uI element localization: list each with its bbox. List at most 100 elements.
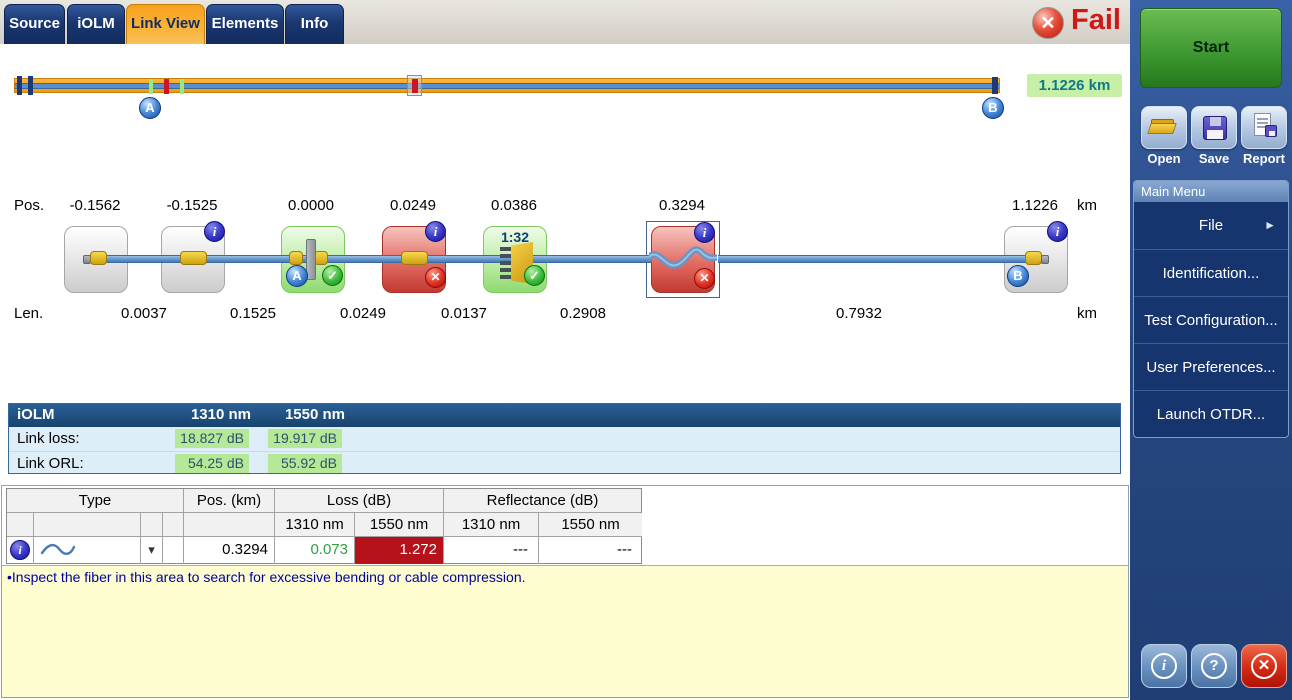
len-value: 0.2908 bbox=[538, 305, 628, 322]
pos-value: -0.1525 bbox=[147, 197, 237, 214]
len-value: 0.0137 bbox=[419, 305, 509, 322]
tab-bar: Source iOLM Link View Elements Info ✕ Fa… bbox=[0, 0, 1130, 44]
splice-icon bbox=[401, 251, 428, 265]
link-orl-label: Link ORL: bbox=[17, 455, 84, 472]
fiber-line bbox=[718, 255, 1036, 263]
marker-a-balloon: A bbox=[139, 97, 161, 119]
refl-1550-value: --- bbox=[539, 537, 642, 564]
link-loss-row: Link loss: 18.827 dB 19.917 dB bbox=[9, 427, 1120, 451]
info-badge-icon: i bbox=[10, 540, 30, 560]
connector-icon bbox=[90, 251, 107, 265]
save-icon bbox=[1203, 116, 1227, 140]
info-badge-icon: i bbox=[204, 221, 225, 242]
splice-icon bbox=[180, 251, 207, 265]
type-dropdown-button[interactable]: ▾ bbox=[141, 537, 163, 564]
overview-connector-mark bbox=[17, 76, 22, 95]
reflectance-column-header: Reflectance (dB) bbox=[444, 489, 641, 513]
refl-1310-subheader: 1310 nm bbox=[444, 513, 539, 537]
open-button[interactable] bbox=[1141, 106, 1187, 149]
tab-info[interactable]: Info bbox=[285, 4, 344, 44]
refl-1550-subheader: 1550 nm bbox=[539, 513, 642, 537]
len-value: 0.0249 bbox=[318, 305, 408, 322]
len-value: 0.0037 bbox=[99, 305, 189, 322]
type-column-header: Type bbox=[7, 489, 184, 513]
info-badge-icon: i bbox=[1047, 221, 1068, 242]
loss-1310-value: 0.073 bbox=[275, 537, 355, 564]
fail-badge-icon: ✕ bbox=[425, 267, 446, 288]
element-pos-value: 0.3294 bbox=[184, 537, 275, 564]
save-button-label: Save bbox=[1188, 151, 1240, 169]
len-row-label: Len. bbox=[14, 305, 43, 322]
summary-title: iOLM bbox=[17, 406, 55, 423]
pos-column-header: Pos. (km) bbox=[184, 489, 275, 513]
element-detail-table: Type Pos. (km) Loss (dB) Reflectance (dB… bbox=[6, 488, 642, 564]
row-info-cell: i bbox=[7, 537, 34, 564]
info-badge-icon: i bbox=[694, 222, 715, 243]
link-loss-1550-value: 19.917 dB bbox=[268, 429, 342, 448]
overview-selected-element[interactable] bbox=[407, 75, 422, 96]
fail-badge-icon: ✕ bbox=[694, 268, 715, 289]
menu-item-file[interactable]: File ► bbox=[1134, 202, 1288, 249]
menu-item-test-configuration[interactable]: Test Configuration... bbox=[1134, 296, 1288, 343]
refl-1310-value: --- bbox=[444, 537, 539, 564]
main-menu-title: Main Menu bbox=[1134, 181, 1288, 202]
menu-item-user-preferences[interactable]: User Preferences... bbox=[1134, 343, 1288, 390]
fail-status-icon: ✕ bbox=[1032, 7, 1064, 39]
start-button[interactable]: Start bbox=[1140, 8, 1282, 88]
iolm-application-window: Source iOLM Link View Elements Info ✕ Fa… bbox=[0, 0, 1292, 700]
save-button[interactable] bbox=[1191, 106, 1237, 149]
link-overview-bar[interactable] bbox=[14, 78, 1000, 93]
summary-header: iOLM 1310 nm 1550 nm bbox=[9, 404, 1120, 427]
iolm-summary-table: iOLM 1310 nm 1550 nm Link loss: 18.827 d… bbox=[8, 403, 1121, 474]
link-orl-row: Link ORL: 54.25 dB 55.92 dB bbox=[9, 451, 1120, 475]
info-badge-icon: i bbox=[425, 221, 446, 242]
loss-column-header: Loss (dB) bbox=[275, 489, 444, 513]
open-button-label: Open bbox=[1135, 151, 1193, 169]
pos-value: -0.1562 bbox=[50, 197, 140, 214]
overview-connector-mark bbox=[992, 77, 998, 94]
menu-item-identification[interactable]: Identification... bbox=[1134, 249, 1288, 296]
loss-1550-value-fail: 1.272 bbox=[355, 537, 444, 564]
chevron-down-icon: ▾ bbox=[148, 542, 155, 557]
splitter-ratio-label: 1:32 bbox=[483, 229, 547, 245]
connector-icon bbox=[289, 251, 303, 265]
loss-1550-subheader: 1550 nm bbox=[355, 513, 444, 537]
link-orl-1550-value: 55.92 dB bbox=[268, 454, 342, 473]
diagnostic-message: •Inspect the fiber in this area to searc… bbox=[7, 569, 526, 585]
link-orl-1310-value: 54.25 dB bbox=[175, 454, 249, 473]
len-value: 0.7932 bbox=[814, 305, 904, 322]
marker-a-balloon: A bbox=[286, 265, 308, 287]
fail-status-label: Fail bbox=[1071, 4, 1121, 37]
len-value: 0.1525 bbox=[208, 305, 298, 322]
main-menu: Main Menu File ► Identification... Test … bbox=[1133, 180, 1289, 438]
menu-item-launch-otdr[interactable]: Launch OTDR... bbox=[1134, 390, 1288, 437]
report-button-label: Report bbox=[1236, 151, 1292, 169]
pos-unit: km bbox=[1067, 197, 1107, 214]
tab-iolm[interactable]: iOLM bbox=[67, 4, 125, 44]
link-loss-label: Link loss: bbox=[17, 430, 80, 447]
info-icon: i bbox=[1151, 653, 1177, 679]
report-button[interactable] bbox=[1241, 106, 1287, 149]
control-sidebar: Start Open Save Report Main Menu File ► … bbox=[1130, 0, 1292, 700]
pos-row-label: Pos. bbox=[14, 197, 44, 214]
pos-value: 0.3294 bbox=[637, 197, 727, 214]
close-button[interactable]: ✕ bbox=[1241, 644, 1287, 688]
marker-b-balloon: B bbox=[1007, 265, 1029, 287]
tab-source[interactable]: Source bbox=[4, 4, 65, 44]
diagnostic-message-area: •Inspect the fiber in this area to searc… bbox=[2, 565, 1128, 697]
overview-connector-mark bbox=[28, 76, 33, 95]
tab-elements[interactable]: Elements bbox=[206, 4, 284, 44]
help-button[interactable]: ? bbox=[1191, 644, 1237, 688]
overview-fail-mark bbox=[412, 79, 418, 93]
loss-1310-subheader: 1310 nm bbox=[275, 513, 355, 537]
overview-fail-mark bbox=[164, 79, 169, 94]
connector-icon bbox=[314, 251, 328, 265]
info-button[interactable]: i bbox=[1141, 644, 1187, 688]
link-length-badge: 1.1226 km bbox=[1027, 74, 1122, 97]
overview-pass-mark bbox=[180, 79, 184, 94]
len-unit: km bbox=[1067, 305, 1107, 322]
wavelength-1310-header: 1310 nm bbox=[181, 406, 261, 423]
tab-link-view[interactable]: Link View bbox=[126, 4, 205, 44]
marker-b-balloon: B bbox=[982, 97, 1004, 119]
link-loss-1310-value: 18.827 dB bbox=[175, 429, 249, 448]
